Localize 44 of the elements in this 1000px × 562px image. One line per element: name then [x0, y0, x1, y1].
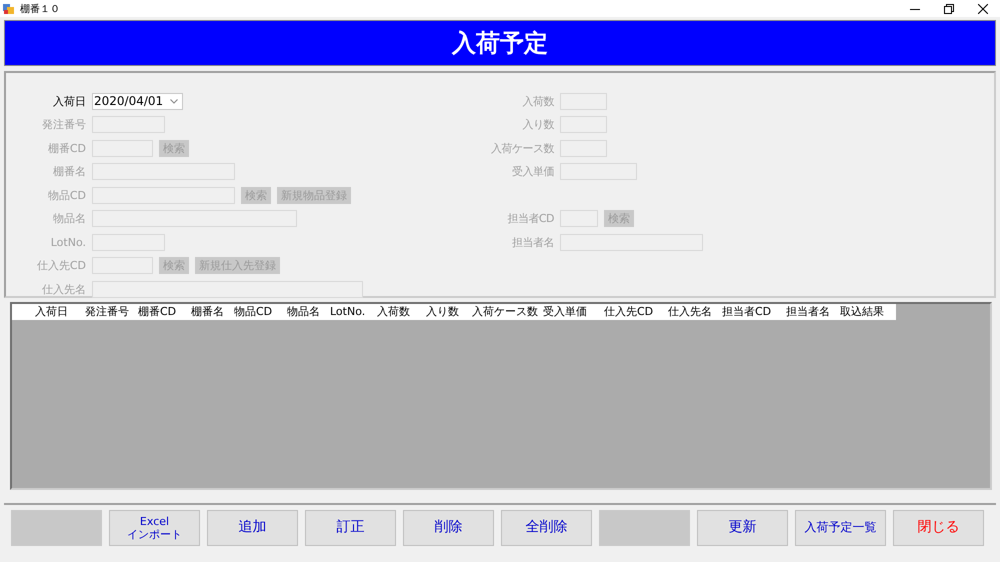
field-label: 仕入先名 [41, 282, 86, 297]
column-header[interactable]: 取込結果 [835, 304, 896, 320]
column-header[interactable]: 発注番号 [80, 304, 133, 320]
action-button[interactable]: 全削除 [501, 510, 592, 546]
close-icon[interactable] [978, 4, 988, 14]
column-header[interactable]: 仕入先名 [663, 304, 717, 320]
action-button[interactable]: 更新 [697, 510, 788, 546]
action-button[interactable]: 削除 [403, 510, 494, 546]
column-header[interactable]: 仕入先CD [599, 304, 663, 320]
field-label: 発注番号 [41, 117, 86, 132]
field-label: 受入単価 [511, 164, 554, 180]
field-label: 入荷日 [52, 94, 86, 109]
column-header[interactable]: LotNo. [325, 304, 372, 320]
field-label: 棚番名 [52, 164, 86, 180]
column-header[interactable]: 棚番名 [186, 304, 229, 320]
date-picker[interactable]: 2020/04/01 [92, 92, 183, 110]
column-header[interactable]: 担当者名 [781, 304, 835, 320]
column-header[interactable]: 担当者CD [717, 304, 781, 320]
action-button[interactable]: Excel インポート [109, 510, 200, 546]
action-button[interactable]: 入荷予定一覧 [795, 510, 886, 546]
column-header[interactable]: 入荷日 [30, 304, 80, 320]
field-label: 仕入先CD [36, 258, 86, 274]
field-label: 入荷ケース数 [490, 140, 554, 156]
field-label: 棚番CD [46, 140, 86, 156]
field-label: 担当者名 [511, 234, 554, 250]
field-label: 物品CD [46, 188, 86, 203]
field-label: LotNo. [50, 236, 86, 249]
screen-title: 入荷予定 [452, 28, 548, 59]
field-label: 入り数 [522, 117, 554, 132]
action-button[interactable]: 訂正 [305, 510, 396, 546]
column-header[interactable]: 受入単価 [538, 304, 599, 320]
field-label: 担当者CD [506, 211, 554, 226]
column-header[interactable]: 入荷数 [372, 304, 421, 320]
field-label: 入荷数 [522, 94, 554, 109]
field-label: 物品名 [52, 211, 86, 226]
column-header[interactable]: 棚番CD [133, 304, 186, 320]
column-header[interactable]: 入り数 [421, 304, 467, 320]
restore-icon[interactable] [944, 4, 954, 14]
column-header[interactable]: 物品CD [229, 304, 282, 320]
column-header[interactable]: 入荷ケース数 [467, 304, 538, 320]
window-title: 棚番１０ [20, 2, 60, 16]
column-header[interactable]: 物品名 [282, 304, 325, 320]
action-button[interactable]: 追加 [207, 510, 298, 546]
app-icon [3, 2, 15, 14]
